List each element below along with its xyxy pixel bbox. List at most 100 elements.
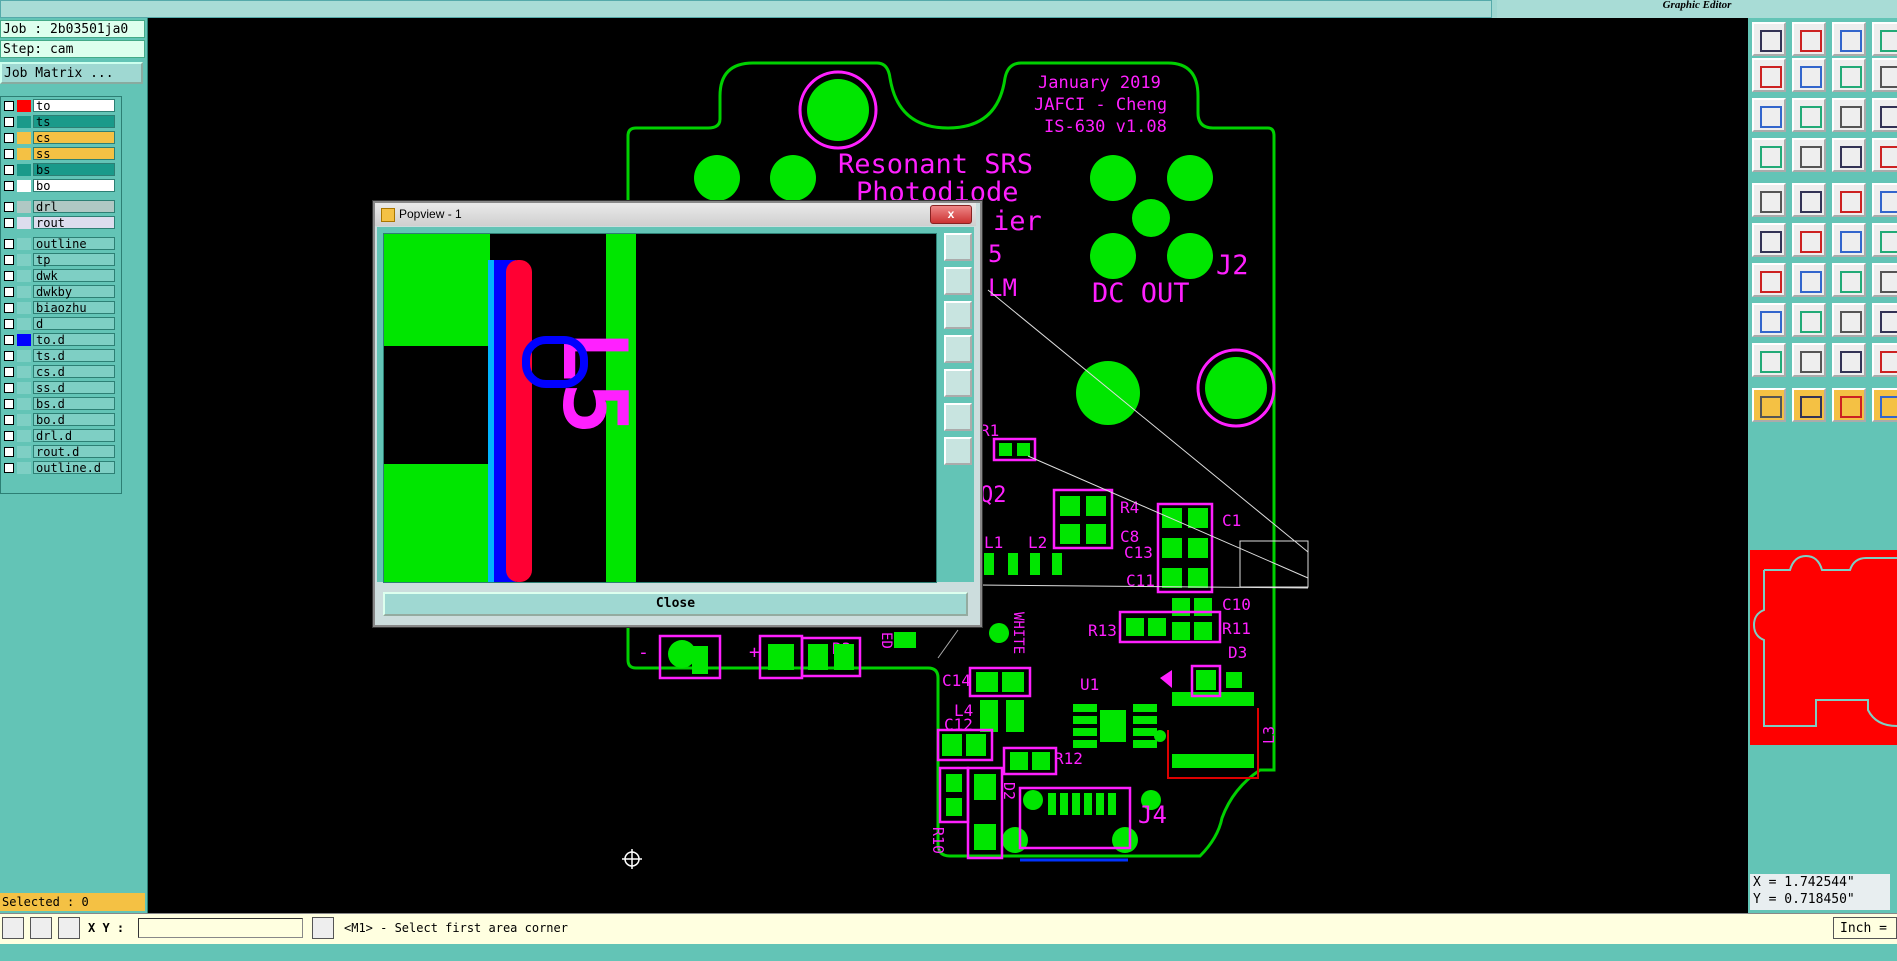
layer-checkbox[interactable] — [4, 202, 14, 212]
layer-checkbox[interactable] — [4, 149, 14, 159]
layer-checkbox[interactable] — [4, 335, 14, 345]
xy-input[interactable] — [138, 918, 303, 938]
tool-button-26[interactable] — [1792, 263, 1826, 297]
layer-row-outline-d[interactable]: outline.d — [1, 461, 119, 475]
close-button[interactable]: Close — [383, 592, 968, 616]
layer-row-ss-d[interactable]: ss.d — [1, 381, 119, 395]
popview-pan-left-button[interactable] — [944, 335, 972, 363]
layer-row-drl-d[interactable]: drl.d — [1, 429, 119, 443]
tool-button-33[interactable] — [1752, 343, 1786, 377]
layer-checkbox[interactable] — [4, 287, 14, 297]
popview-zoom-home-button[interactable] — [944, 233, 972, 261]
tool-button-40[interactable] — [1872, 388, 1897, 422]
popview-pan-right-button[interactable] — [944, 369, 972, 397]
tool-button-3[interactable] — [1832, 22, 1866, 56]
layer-checkbox[interactable] — [4, 303, 14, 313]
layer-row-to-d[interactable]: to.d — [1, 333, 119, 347]
measure-icon[interactable] — [30, 917, 52, 939]
tool-button-4[interactable] — [1872, 22, 1897, 56]
popview-zoom-in-button[interactable] — [944, 403, 972, 431]
popview-pan-up-button[interactable] — [944, 267, 972, 295]
popview-titlebar[interactable]: Popview - 1 x — [375, 203, 976, 226]
layer-row-bo[interactable]: bo — [1, 179, 119, 193]
layer-row-ts-d[interactable]: ts.d — [1, 349, 119, 363]
layer-row-biaozhu[interactable]: biaozhu — [1, 301, 119, 315]
tool-button-5[interactable] — [1752, 58, 1786, 92]
layer-checkbox[interactable] — [4, 383, 14, 393]
layer-row-dwkby[interactable]: dwkby — [1, 285, 119, 299]
layer-checkbox[interactable] — [4, 101, 14, 111]
layer-checkbox[interactable] — [4, 181, 14, 191]
tool-button-39[interactable] — [1832, 388, 1866, 422]
layer-row-bs[interactable]: bs — [1, 163, 119, 177]
tool-button-32[interactable] — [1872, 303, 1897, 337]
popview-canvas[interactable]: L5 — [383, 233, 937, 583]
snap-icon[interactable] — [2, 917, 24, 939]
layer-checkbox[interactable] — [4, 367, 14, 377]
layer-checkbox[interactable] — [4, 351, 14, 361]
tool-button-35[interactable] — [1832, 343, 1866, 377]
layer-row-cs[interactable]: cs — [1, 131, 119, 145]
grid-icon[interactable] — [58, 917, 80, 939]
layer-checkbox[interactable] — [4, 117, 14, 127]
tool-button-29[interactable] — [1752, 303, 1786, 337]
tool-button-31[interactable] — [1832, 303, 1866, 337]
layer-checkbox[interactable] — [4, 319, 14, 329]
tool-button-23[interactable] — [1832, 223, 1866, 257]
layer-row-rout-d[interactable]: rout.d — [1, 445, 119, 459]
layer-row-bo-d[interactable]: bo.d — [1, 413, 119, 427]
tool-button-20[interactable] — [1872, 183, 1897, 217]
tool-button-36[interactable] — [1872, 343, 1897, 377]
tool-button-12[interactable] — [1872, 98, 1897, 132]
tool-button-28[interactable] — [1872, 263, 1897, 297]
tool-button-7[interactable] — [1832, 58, 1866, 92]
layer-checkbox[interactable] — [4, 239, 14, 249]
layer-row-tp[interactable]: tp — [1, 253, 119, 267]
tool-button-6[interactable] — [1792, 58, 1826, 92]
tool-button-14[interactable] — [1792, 138, 1826, 172]
tool-button-1[interactable] — [1752, 22, 1786, 56]
layer-row-cs-d[interactable]: cs.d — [1, 365, 119, 379]
tool-button-37[interactable] — [1752, 388, 1786, 422]
tool-button-2[interactable] — [1792, 22, 1826, 56]
tool-button-25[interactable] — [1752, 263, 1786, 297]
tool-button-17[interactable] — [1752, 183, 1786, 217]
tool-button-21[interactable] — [1752, 223, 1786, 257]
layer-row-ss[interactable]: ss — [1, 147, 119, 161]
layer-checkbox[interactable] — [4, 431, 14, 441]
tool-button-34[interactable] — [1792, 343, 1826, 377]
close-icon[interactable]: x — [930, 205, 972, 224]
layer-row-outline[interactable]: outline — [1, 237, 119, 251]
layer-checkbox[interactable] — [4, 415, 14, 425]
tool-button-24[interactable] — [1872, 223, 1897, 257]
tool-button-27[interactable] — [1832, 263, 1866, 297]
popview-zoom-out-button[interactable] — [944, 437, 972, 465]
layer-row-to[interactable]: to — [1, 99, 119, 113]
layer-row-drl[interactable]: drl — [1, 200, 119, 214]
layer-row-ts[interactable]: ts — [1, 115, 119, 129]
layer-checkbox[interactable] — [4, 165, 14, 175]
layer-row-rout[interactable]: rout — [1, 216, 119, 230]
job-matrix-button[interactable]: Job Matrix ... — [0, 62, 143, 84]
popview-pan-down-button[interactable] — [944, 301, 972, 329]
layer-checkbox[interactable] — [4, 399, 14, 409]
info-icon[interactable] — [312, 917, 334, 939]
layer-row-bs-d[interactable]: bs.d — [1, 397, 119, 411]
layer-checkbox[interactable] — [4, 447, 14, 457]
tool-button-11[interactable] — [1832, 98, 1866, 132]
tool-button-8[interactable] — [1872, 58, 1897, 92]
tool-button-22[interactable] — [1792, 223, 1826, 257]
tool-button-13[interactable] — [1752, 138, 1786, 172]
layer-checkbox[interactable] — [4, 463, 14, 473]
layer-checkbox[interactable] — [4, 271, 14, 281]
tool-button-38[interactable] — [1792, 388, 1826, 422]
tool-button-10[interactable] — [1792, 98, 1826, 132]
tool-button-16[interactable] — [1872, 138, 1897, 172]
layer-checkbox[interactable] — [4, 255, 14, 265]
board-preview[interactable] — [1750, 550, 1897, 745]
tool-button-18[interactable] — [1792, 183, 1826, 217]
units-select[interactable]: Inch = — [1833, 917, 1897, 939]
layer-checkbox[interactable] — [4, 218, 14, 228]
layer-row-d[interactable]: d — [1, 317, 119, 331]
layer-row-dwk[interactable]: dwk — [1, 269, 119, 283]
